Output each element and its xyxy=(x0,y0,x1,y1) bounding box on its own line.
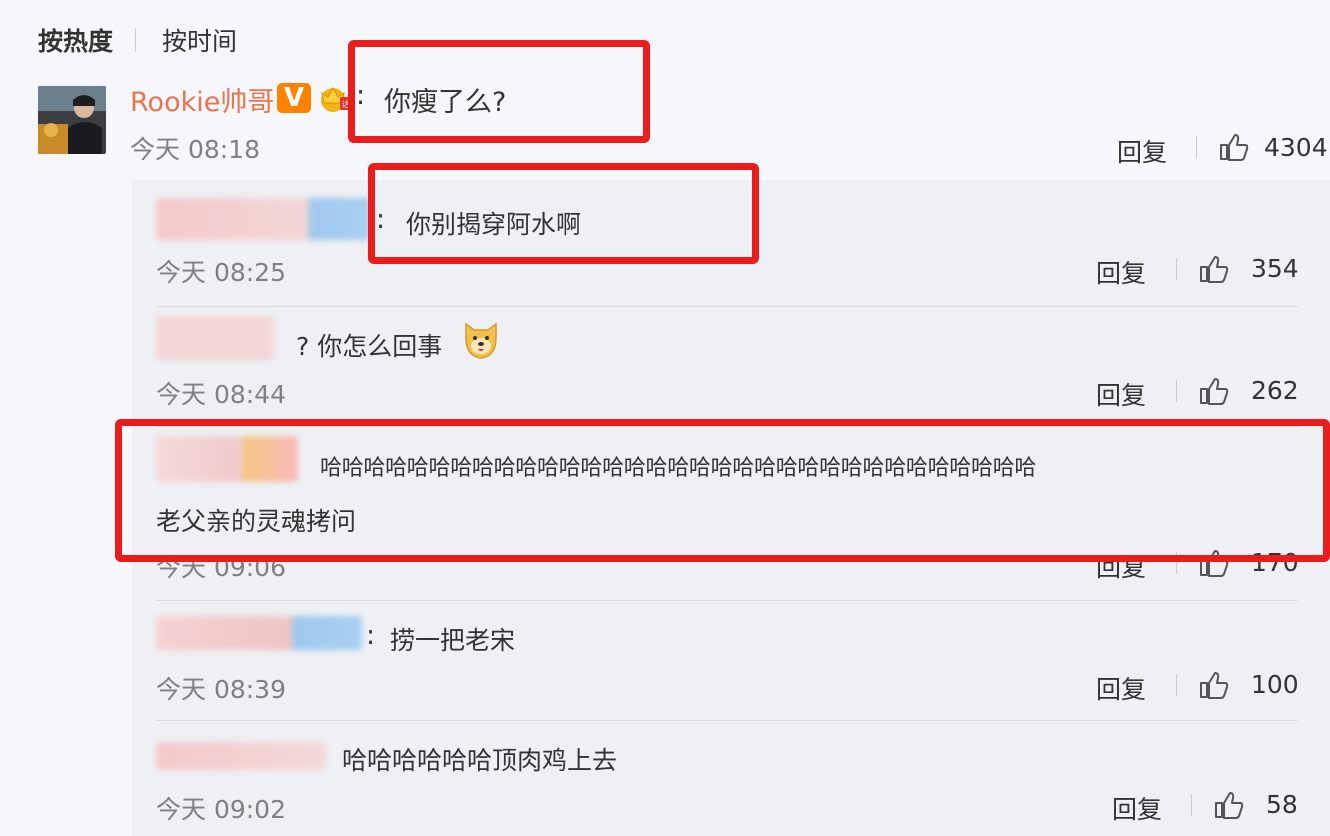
like-count: 58 xyxy=(1266,790,1298,819)
highlight-box xyxy=(368,163,759,264)
like-count: 354 xyxy=(1251,254,1299,283)
like-count: 262 xyxy=(1251,376,1299,405)
reply-time: 今天 09:02 xyxy=(156,795,286,824)
action-separator xyxy=(1176,674,1177,696)
thumb-up-icon[interactable] xyxy=(1199,377,1229,405)
tab-sort-hot[interactable]: 按热度 xyxy=(38,22,113,58)
reply-button[interactable]: 回复 xyxy=(1096,670,1146,706)
reply-time: 今天 08:44 xyxy=(156,380,286,409)
action-separator xyxy=(1196,136,1197,158)
avatar[interactable] xyxy=(38,86,106,154)
divider xyxy=(156,306,1298,307)
blurred-username xyxy=(156,198,371,240)
blurred-username xyxy=(156,742,326,770)
thumb-up-icon[interactable] xyxy=(1214,791,1244,819)
reply-text: 捞一把老宋 xyxy=(390,626,516,655)
blurred-username xyxy=(156,616,362,650)
action-separator xyxy=(1176,258,1177,280)
colon: : xyxy=(366,620,376,651)
reply-button[interactable]: 回复 xyxy=(1117,133,1167,169)
reply-button[interactable]: 回复 xyxy=(1112,790,1162,826)
action-separator xyxy=(1176,380,1177,402)
sort-tabs: 按热度 按时间 xyxy=(38,22,237,58)
highlight-box xyxy=(348,40,650,143)
tab-sort-time[interactable]: 按时间 xyxy=(162,22,237,58)
reply-time: 今天 08:39 xyxy=(156,675,286,704)
verified-v-icon: V xyxy=(277,83,311,113)
reply-button[interactable]: 回复 xyxy=(1096,254,1146,290)
divider xyxy=(156,600,1298,601)
blurred-username xyxy=(156,316,274,360)
comment-time: 今天 08:18 xyxy=(130,135,260,164)
comment-username[interactable]: Rookie帅哥 xyxy=(130,80,274,119)
like-count: 100 xyxy=(1251,670,1299,699)
like-count: 4304 xyxy=(1264,133,1328,162)
thumb-up-icon[interactable] xyxy=(1199,671,1229,699)
divider xyxy=(156,720,1298,721)
reply-text: ? 你怎么回事 xyxy=(296,332,443,361)
thumb-up-icon[interactable] xyxy=(1219,133,1249,161)
reply-text: 哈哈哈哈哈哈顶肉鸡上去 xyxy=(342,746,618,775)
doge-emoji xyxy=(461,318,501,360)
action-separator xyxy=(1191,794,1192,816)
reply-button[interactable]: 回复 xyxy=(1096,376,1146,412)
tab-separator xyxy=(135,28,137,52)
thumb-up-icon[interactable] xyxy=(1199,255,1229,283)
highlight-box xyxy=(115,419,1330,562)
reply-time: 今天 08:25 xyxy=(156,258,286,287)
